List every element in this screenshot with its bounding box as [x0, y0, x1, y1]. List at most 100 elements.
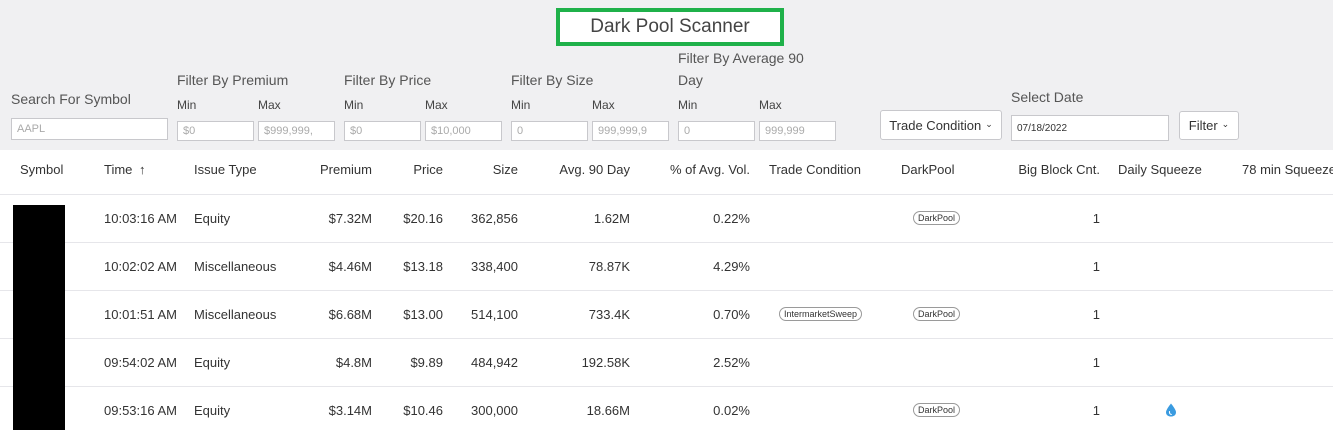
cell-pct-avg-vol: 0.02%	[713, 403, 750, 418]
cell-avg90: 18.66M	[586, 403, 630, 418]
cell-issue-type: Equity	[194, 403, 231, 418]
cell-price: $13.18	[403, 259, 443, 274]
search-input[interactable]	[11, 118, 168, 140]
cell-time: 09:54:02 AM	[104, 355, 177, 370]
trade-condition-dropdown[interactable]: Trade Condition ⌄	[880, 110, 1002, 140]
cell-pct-avg-vol: 0.22%	[713, 211, 750, 226]
select-date-label: Select Date	[1011, 89, 1084, 105]
table-row[interactable]: 09:54:02 AM Equity $4.8M $9.89 484,942 1…	[0, 338, 1333, 386]
cell-issue-type: Equity	[194, 355, 231, 370]
cell-price: $13.00	[403, 307, 443, 322]
darkpool-badge: DarkPool	[913, 307, 961, 321]
header-premium[interactable]: Premium	[320, 162, 372, 177]
premium-min-label: Min	[177, 98, 197, 112]
table-row[interactable]: 10:01:51 AM Miscellaneous $6.68M $13.00 …	[0, 290, 1333, 338]
header-78min-squeeze[interactable]: 78 min Squeeze	[1242, 162, 1333, 177]
cell-avg90: 192.58K	[581, 355, 630, 370]
cell-premium: $7.32M	[328, 211, 372, 226]
avg90-min-label: Min	[678, 98, 698, 112]
cell-pct-avg-vol: 2.52%	[713, 355, 750, 370]
header-big-block[interactable]: Big Block Cnt.	[1018, 162, 1100, 177]
header-price[interactable]: Price	[413, 162, 443, 177]
cell-size: 514,100	[471, 307, 518, 322]
header-time[interactable]: Time ↑	[104, 162, 146, 177]
trade-condition-badge: IntermarketSweep	[779, 307, 863, 321]
cell-premium: $6.68M	[328, 307, 372, 322]
cell-premium: $4.46M	[328, 259, 372, 274]
cell-issue-type: Miscellaneous	[194, 259, 277, 274]
avg90-filter-label-line1: Filter By Average 90	[678, 50, 804, 66]
cell-time: 10:03:16 AM	[104, 211, 177, 226]
cell-big-block: 1	[1092, 307, 1100, 322]
size-max-label: Max	[592, 98, 615, 112]
header-darkpool[interactable]: DarkPool	[901, 162, 954, 177]
price-max-label: Max	[425, 98, 448, 112]
darkpool-badge: DarkPool	[913, 403, 961, 417]
table-row[interactable]: 09:53:16 AM Equity $3.14M $10.46 300,000…	[0, 386, 1333, 434]
filter-button[interactable]: Filter ⌄	[1179, 111, 1239, 140]
cell-avg90: 1.62M	[593, 211, 630, 226]
header-daily-squeeze[interactable]: Daily Squeeze	[1118, 162, 1202, 177]
header-trade-condition[interactable]: Trade Condition	[769, 162, 861, 177]
filter-button-label: Filter	[1188, 118, 1218, 133]
search-label: Search For Symbol	[11, 91, 131, 107]
water-drop-icon	[1166, 403, 1176, 417]
header-issue-type[interactable]: Issue Type	[194, 162, 257, 177]
cell-avg90: 78.87K	[588, 259, 630, 274]
header-symbol[interactable]: Symbol	[20, 162, 63, 177]
cell-big-block: 1	[1092, 355, 1100, 370]
premium-min-input[interactable]	[177, 121, 254, 141]
cell-big-block: 1	[1092, 211, 1100, 226]
cell-size: 338,400	[471, 259, 518, 274]
size-max-input[interactable]	[592, 121, 669, 141]
price-max-input[interactable]	[425, 121, 502, 141]
chevron-down-icon: ⌄	[1221, 119, 1230, 129]
header-avg90[interactable]: Avg. 90 Day	[559, 162, 630, 177]
cell-issue-type: Equity	[194, 211, 231, 226]
cell-time: 10:01:51 AM	[104, 307, 177, 322]
page-title: Dark Pool Scanner	[590, 16, 750, 37]
cell-issue-type: Miscellaneous	[194, 307, 277, 322]
price-filter-label: Filter By Price	[344, 72, 432, 88]
cell-avg90: 733.4K	[588, 307, 630, 322]
cell-time: 10:02:02 AM	[104, 259, 177, 274]
header-time-label: Time	[104, 162, 133, 177]
cell-premium: $4.8M	[335, 355, 372, 370]
size-filter-label: Filter By Size	[511, 72, 594, 88]
redacted-symbol-column	[13, 205, 65, 430]
size-min-input[interactable]	[511, 121, 588, 141]
chevron-down-icon: ⌄	[985, 118, 993, 129]
page-title-box: Dark Pool Scanner	[556, 8, 784, 46]
price-min-label: Min	[344, 98, 364, 112]
cell-time: 09:53:16 AM	[104, 403, 177, 418]
avg90-max-label: Max	[759, 98, 782, 112]
cell-pct-avg-vol: 4.29%	[713, 259, 750, 274]
cell-price: $20.16	[403, 211, 443, 226]
results-table: Symbol Time ↑ Issue Type Premium Price S…	[0, 150, 1333, 441]
trade-condition-button-label: Trade Condition	[889, 117, 982, 133]
date-input[interactable]	[1011, 115, 1169, 141]
avg90-max-input[interactable]	[759, 121, 836, 141]
premium-max-input[interactable]	[258, 121, 335, 141]
cell-pct-avg-vol: 0.70%	[713, 307, 750, 322]
header-size[interactable]: Size	[493, 162, 518, 177]
premium-filter-label: Filter By Premium	[177, 72, 289, 88]
cell-size: 300,000	[471, 403, 518, 418]
cell-size: 484,942	[471, 355, 518, 370]
table-row[interactable]: 10:03:16 AM Equity $7.32M $20.16 362,856…	[0, 194, 1333, 242]
table-row[interactable]: 10:02:02 AM Miscellaneous $4.46M $13.18 …	[0, 242, 1333, 290]
cell-price: $9.89	[410, 355, 443, 370]
header-pct-avg-vol[interactable]: % of Avg. Vol.	[670, 162, 750, 177]
price-min-input[interactable]	[344, 121, 421, 141]
cell-size: 362,856	[471, 211, 518, 226]
cell-big-block: 1	[1092, 403, 1100, 418]
avg90-min-input[interactable]	[678, 121, 755, 141]
cell-big-block: 1	[1092, 259, 1100, 274]
cell-premium: $3.14M	[328, 403, 372, 418]
cell-price: $10.46	[403, 403, 443, 418]
size-min-label: Min	[511, 98, 531, 112]
darkpool-badge: DarkPool	[913, 211, 961, 225]
arrow-up-icon: ↑	[139, 162, 146, 177]
avg90-filter-label-line2: Day	[678, 72, 703, 88]
premium-max-label: Max	[258, 98, 281, 112]
